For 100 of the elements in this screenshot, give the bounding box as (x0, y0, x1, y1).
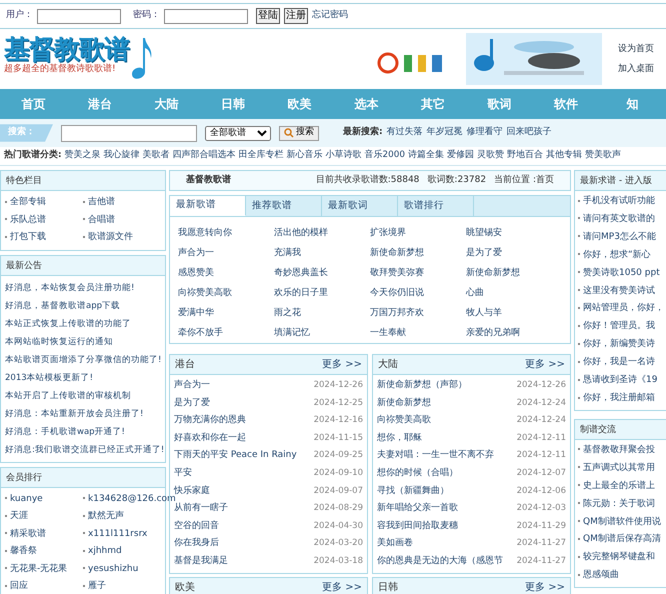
sidebar-link[interactable]: 无花果-无花果 (10, 564, 68, 574)
header-link[interactable]: 加入桌面 (618, 59, 654, 79)
song-link[interactable]: 爱满中华 (178, 308, 214, 318)
category-link[interactable]: 美歌者 (142, 149, 170, 163)
notice-link[interactable]: 2013本站模板更新了! (5, 372, 94, 382)
song-link[interactable]: 新年唱给父亲一首歌 (377, 500, 458, 518)
category-link[interactable]: 四声部合唱选本 (172, 149, 236, 163)
more-link[interactable]: 更多 >> (322, 578, 362, 594)
search-link[interactable]: 有过失落 (386, 126, 423, 140)
song-link[interactable]: 从前有一瞎子 (174, 500, 228, 518)
search-link[interactable]: 修理看守 (466, 126, 503, 140)
song-link[interactable]: 声合为一 (178, 248, 214, 258)
song-link[interactable]: 眺望锡安 (466, 228, 502, 238)
category-link[interactable]: 田全库专栏 (238, 149, 284, 163)
topic-link[interactable]: 赞美诗歌1050 ppt (583, 268, 660, 278)
song-link[interactable]: 活出他的模样 (274, 228, 328, 238)
song-link[interactable]: 充满我 (274, 248, 301, 258)
topic-link[interactable]: 你好，想求“新心 (583, 250, 651, 260)
notice-link[interactable]: 本站正式恢复上传歌谱的功能了 (5, 318, 131, 328)
category-link[interactable]: 新心音乐 (286, 149, 323, 163)
song-link[interactable]: 是为了爱 (466, 248, 502, 258)
sidebar-link[interactable]: 打包下载 (10, 232, 46, 242)
category-link[interactable]: 赞美歌声 (584, 149, 621, 163)
category-link[interactable]: 爱修园 (446, 149, 474, 163)
notice-link[interactable]: 好消息，本站恢复会员注册功能! (5, 282, 134, 292)
notice-link[interactable]: 本站歌谱页面增添了分享微信的功能了! (5, 354, 162, 364)
topic-link[interactable]: QM制谱软件使用说 (583, 516, 661, 526)
song-link[interactable]: 夫妻对唱：一生一世不离不弃 (377, 447, 494, 465)
song-link[interactable]: 寻找（新疆舞曲） (377, 482, 449, 500)
notice-link[interactable]: 本站开启了上传歌谱的审核机制 (5, 390, 131, 400)
category-link[interactable]: 赞美之泉 (64, 149, 101, 163)
category-link[interactable]: 灵歌赞 (476, 149, 504, 163)
song-link[interactable]: 想你，耶稣 (377, 430, 422, 448)
sidebar-link[interactable]: 天涯 (10, 511, 28, 521)
more-link[interactable]: 更多 >> (525, 355, 565, 374)
sidebar-link[interactable]: 馨香祭 (10, 546, 37, 556)
song-link[interactable]: 一生奉献 (370, 328, 406, 338)
song-link[interactable]: 新使命新梦想（声部） (377, 377, 467, 395)
song-link[interactable]: 平安 (174, 464, 192, 483)
song-link[interactable]: 你在我身后 (174, 535, 219, 553)
forgot-password-link[interactable]: 忘记密码 (312, 9, 348, 23)
song-link[interactable]: 快乐家庭 (174, 482, 210, 500)
notice-link[interactable]: 好消息:我们歌谱交流群已经正式开通了! (5, 444, 164, 454)
topic-link[interactable]: 网站管理员，你好， (583, 303, 664, 314)
category-link[interactable]: 我心旋律 (104, 149, 140, 163)
search-link[interactable]: 回来吧孩子 (506, 126, 552, 140)
topic-link[interactable]: 你好，新编赞美诗 (583, 339, 655, 350)
topic-link[interactable]: 较完整钢琴键盘和 (583, 552, 655, 562)
song-link[interactable]: 是为了爱 (174, 394, 210, 412)
sidebar-link[interactable]: yesushizhu (88, 564, 138, 574)
login-button[interactable]: 登陆 (256, 8, 280, 24)
category-link[interactable]: 诗篇全集 (408, 149, 444, 163)
sidebar-link[interactable]: 雁子 (88, 581, 106, 591)
topic-link[interactable]: 手机没有试听功能 (583, 196, 655, 206)
topic-link[interactable]: QM制谱后保存高清 (583, 534, 661, 544)
category-link[interactable]: 其他专辑 (546, 149, 582, 163)
song-link[interactable]: 雨之花 (274, 308, 301, 318)
search-button[interactable]: 搜索 (279, 126, 319, 140)
song-link[interactable]: 新使命新梦想 (370, 248, 424, 258)
sidebar-link[interactable]: 歌谱源文件 (88, 232, 133, 242)
scope-select[interactable]: 全部歌谱 (205, 126, 271, 140)
song-link[interactable]: 向祢赞美高歌 (377, 412, 431, 430)
song-link[interactable]: 敬拜赞美弥赛 (370, 268, 424, 278)
sidebar-link[interactable]: 全部专辑 (10, 197, 46, 207)
notice-link[interactable]: 本网站临时恢复运行的通知 (5, 336, 113, 346)
sidebar-link[interactable]: 乐队总谱 (10, 214, 46, 224)
register-button[interactable]: 注册 (284, 8, 308, 24)
topic-link[interactable]: 基督教敬拜聚会投 (583, 444, 655, 455)
category-link[interactable]: 小草诗歌 (326, 149, 362, 163)
topic-link[interactable]: 陈元勋：关于歌词 (583, 498, 655, 509)
search-link[interactable]: 年岁冠冕 (426, 126, 463, 140)
song-link[interactable]: 万物充满你的恩典 (174, 412, 246, 430)
song-link[interactable]: 感恩赞美 (178, 268, 214, 278)
topic-link[interactable]: 请问MP3怎么不能 (583, 232, 656, 242)
notice-link[interactable]: 好消息：本站重新开放会员注册了! (5, 408, 144, 418)
topic-link[interactable]: 你好，我注册邮箱 (583, 392, 655, 403)
header-link[interactable]: 设为首页 (618, 39, 654, 59)
topic-link[interactable]: 你好！管理员。我 (583, 321, 655, 332)
sidebar-link[interactable]: k134628@126.com (88, 494, 176, 504)
song-link[interactable]: 向祢赞美高歌 (178, 288, 232, 298)
song-link[interactable]: 奇妙恩典盖长 (274, 268, 328, 278)
topic-link[interactable]: 五声调式以其常用 (583, 462, 655, 473)
category-link[interactable]: 音乐2000 (364, 149, 405, 163)
sidebar-link[interactable]: 合唱谱 (88, 214, 115, 224)
sidebar-link[interactable]: 回应 (10, 581, 28, 591)
sidebar-link[interactable]: x111l111rsrx (88, 528, 148, 538)
topic-link[interactable]: 你好，我是一名诗 (583, 357, 655, 368)
topic-link[interactable]: 这里没有赞美诗试 (583, 286, 655, 296)
song-link[interactable]: 牧人与羊 (466, 308, 502, 318)
song-link[interactable]: 想你的时候（合唱） (377, 464, 458, 483)
sidebar-link[interactable]: 吉他谱 (88, 197, 115, 207)
category-link[interactable]: 野地百合 (506, 149, 543, 163)
search-field[interactable] (61, 124, 197, 142)
topic-link[interactable]: 恳请收到圣诗《19 (583, 375, 658, 386)
song-link[interactable]: 新使命新梦想 (377, 394, 431, 412)
sidebar-link[interactable]: 精采歌谱 (10, 528, 46, 538)
tab[interactable]: 最新歌谱 (170, 196, 246, 216)
username-field[interactable] (37, 8, 121, 24)
song-link[interactable]: 下雨天的平安 Peace In Rainy (174, 447, 297, 465)
song-link[interactable]: 你的恩典是无边的大海（感恩节 (377, 552, 503, 571)
